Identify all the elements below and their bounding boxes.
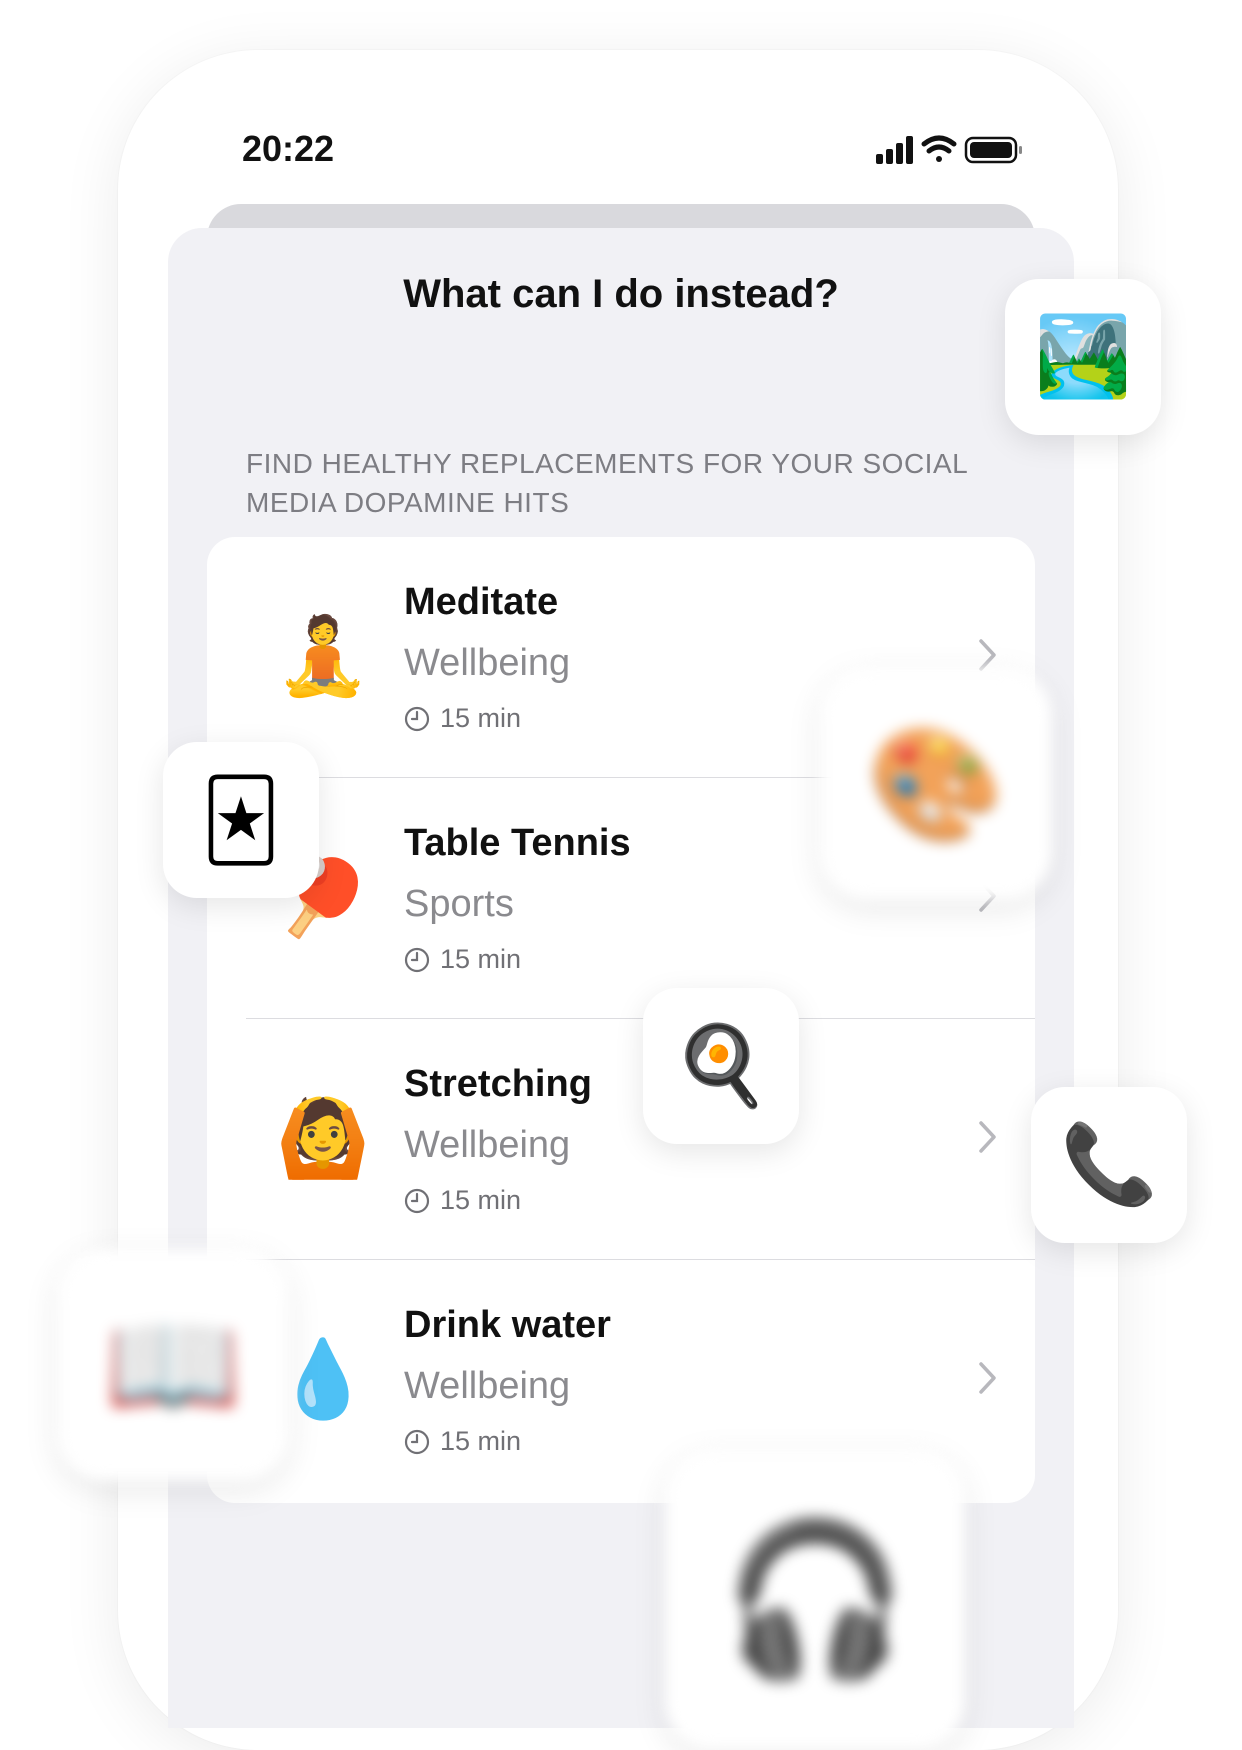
stretching-icon: 🙆	[275, 1096, 371, 1181]
duration-label: 15 min	[440, 1185, 522, 1215]
status-time: 20:22	[242, 128, 335, 169]
battery-icon	[964, 136, 1022, 164]
book-tile: 📖	[57, 1249, 289, 1481]
activity-category: Wellbeing	[404, 1124, 571, 1166]
picture-icon: 🏞️	[1034, 312, 1132, 400]
wifi-icon	[921, 135, 957, 162]
activity-duration: 15 min	[404, 703, 521, 734]
chevron-right-icon	[979, 1362, 996, 1394]
palette-tile: 🎨	[820, 668, 1052, 900]
palette-icon: 🎨	[867, 722, 1005, 846]
phone-icon: 📞	[1060, 1120, 1158, 1208]
activity-category: Sports	[404, 883, 514, 925]
activity-title: Stretching	[404, 1063, 592, 1105]
signal-icon	[876, 136, 913, 164]
book-icon: 📖	[104, 1303, 242, 1427]
headphones-tile: 🎧	[665, 1450, 965, 1750]
meditation-icon: 🧘	[275, 614, 371, 699]
clock-icon	[404, 1188, 430, 1214]
activity-duration: 15 min	[404, 1426, 521, 1457]
chevron-right-icon	[979, 1121, 996, 1153]
activity-duration: 15 min	[404, 944, 521, 975]
picture-tile: 🏞️	[1005, 279, 1161, 435]
sheet-title: What can I do instead?	[403, 272, 839, 316]
activity-title: Drink water	[404, 1304, 611, 1346]
headphones-icon: 🎧	[721, 1515, 909, 1683]
water-drop-icon: 💧	[275, 1337, 371, 1422]
phone-tile: 📞	[1031, 1087, 1187, 1243]
cooking-tile: 🍳	[643, 988, 799, 1144]
duration-label: 15 min	[440, 1426, 522, 1456]
clock-icon	[404, 706, 430, 732]
clock-icon	[404, 1429, 430, 1455]
clock-icon	[404, 947, 430, 973]
list-item-stretching[interactable]: 🙆 Stretching Wellbeing 15 min	[207, 1019, 1035, 1260]
activity-category: Wellbeing	[404, 1365, 571, 1407]
activity-duration: 15 min	[404, 1185, 521, 1216]
duration-label: 15 min	[440, 944, 522, 974]
activity-title: Table Tennis	[404, 822, 631, 864]
section-header: FIND HEALTHY REPLACEMENTS FOR YOUR SOCIA…	[246, 448, 968, 518]
status-icons	[876, 135, 1022, 164]
frying-pan-icon: 🍳	[672, 1021, 770, 1109]
activity-category: Wellbeing	[404, 642, 571, 684]
duration-label: 15 min	[440, 703, 522, 733]
activity-title: Meditate	[404, 581, 559, 623]
joker-tile: 🃏	[163, 742, 319, 898]
joker-card-icon: 🃏	[201, 775, 281, 864]
